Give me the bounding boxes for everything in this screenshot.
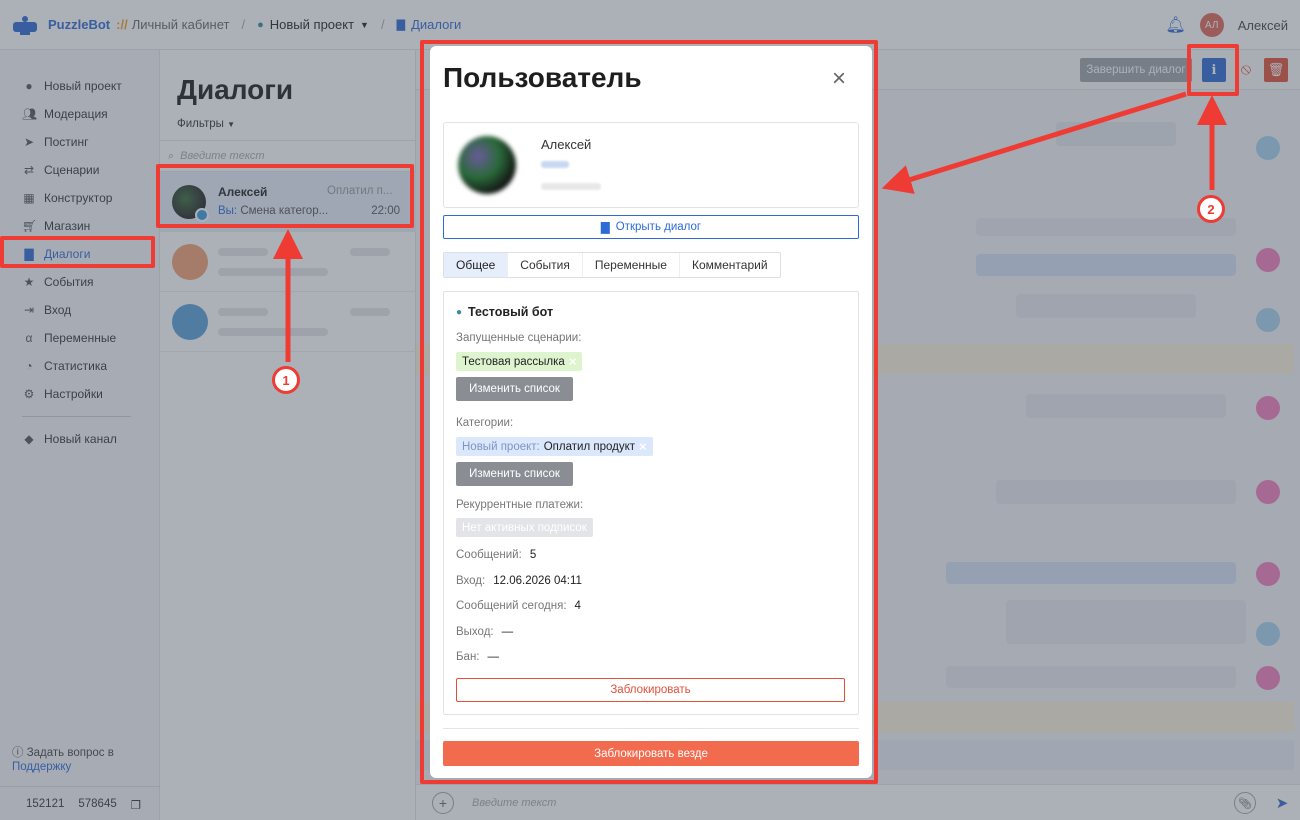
annotation-arrows: [273, 91, 1227, 362]
arrow-to-modal: [881, 91, 1187, 194]
annotation-badge-2: 2: [1197, 195, 1225, 223]
annotation-badge-1: 1: [272, 366, 300, 394]
